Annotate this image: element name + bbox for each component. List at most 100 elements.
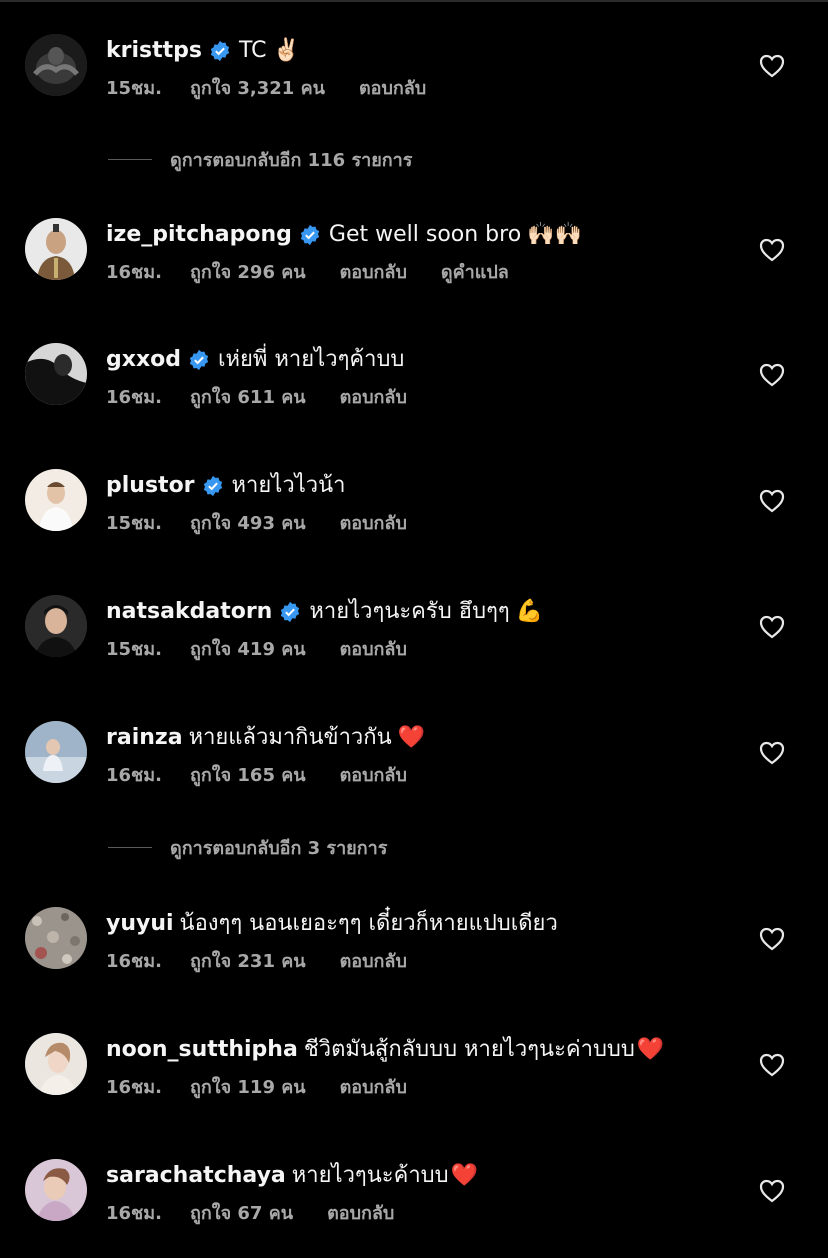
comment-item: yuyui น้องๆๆ นอนเยอะๆๆ เดี๋ยวก็หายแปบเดี…	[0, 907, 828, 997]
comment-item: kristtps TC ✌🏻 15ชม. ถูกใจ 3,321 คน ตอบก…	[0, 34, 828, 124]
likes-count[interactable]: ถูกใจ 296 คน	[190, 260, 306, 286]
comment-header: plustor หายไวไวน้า	[106, 471, 346, 501]
heart-icon[interactable]	[759, 238, 785, 262]
avatar[interactable]	[25, 34, 87, 96]
avatar[interactable]	[25, 469, 87, 531]
comment-text: TC	[239, 38, 267, 63]
verified-badge-icon	[203, 475, 222, 497]
heart-icon[interactable]	[759, 927, 785, 951]
translate-button[interactable]: ดูคำแปล	[441, 260, 509, 286]
likes-count[interactable]: ถูกใจ 419 คน	[190, 637, 306, 663]
comment-header: noon_sutthipha ชีวิตมันสู้กลับบบ หายไวๆน…	[106, 1035, 664, 1065]
comment-header: yuyui น้องๆๆ นอนเยอะๆๆ เดี๋ยวก็หายแปบเดี…	[106, 909, 558, 939]
verified-badge-icon	[210, 40, 230, 62]
username[interactable]: yuyui	[106, 909, 174, 939]
comment-time: 15ชม.	[106, 513, 162, 534]
avatar[interactable]	[25, 343, 87, 405]
comment-text: ชีวิตมันสู้กลับบบ หายไวๆนะค่าบบบ	[303, 1037, 635, 1062]
heart-icon[interactable]	[759, 489, 785, 513]
comment-time: 16ชม.	[106, 765, 162, 786]
avatar[interactable]	[25, 595, 87, 657]
reply-button[interactable]: ตอบกลับ	[327, 1201, 394, 1227]
verified-badge-icon	[281, 601, 300, 623]
avatar[interactable]	[25, 907, 87, 969]
username[interactable]: sarachatchaya	[106, 1161, 286, 1191]
view-more-label: ดูการตอบกลับอีก 3 รายการ	[170, 837, 388, 859]
comment-time: 16ชม.	[106, 951, 162, 972]
comment-time: 16ชม.	[106, 387, 162, 408]
avatar[interactable]	[25, 1033, 87, 1095]
heart-icon[interactable]	[759, 363, 785, 387]
view-more-replies[interactable]: ดูการตอบกลับอีก 116 รายการ	[108, 146, 412, 172]
comment-item: natsakdatorn หายไวๆนะครับ ฮึบๆๆ 💪 15ชม. …	[0, 595, 828, 685]
top-divider	[0, 0, 828, 6]
likes-count[interactable]: ถูกใจ 67 คน	[190, 1201, 293, 1227]
heart-icon[interactable]	[759, 1053, 785, 1077]
comment-meta: 15ชม. ถูกใจ 3,321 คน ตอบกลับ	[106, 76, 460, 102]
comment-meta: 16ชม. ถูกใจ 67 คน ตอบกลับ	[106, 1201, 428, 1227]
comment-meta: 16ชม. ถูกใจ 165 คน ตอบกลับ	[106, 763, 441, 789]
likes-count[interactable]: ถูกใจ 3,321 คน	[190, 76, 325, 102]
comment-header: sarachatchaya หายไวๆนะค้าบบ ❤️	[106, 1161, 478, 1191]
likes-count[interactable]: ถูกใจ 165 คน	[190, 763, 306, 789]
comment-item: noon_sutthipha ชีวิตมันสู้กลับบบ หายไวๆน…	[0, 1033, 828, 1123]
username[interactable]: noon_sutthipha	[106, 1035, 298, 1065]
verified-badge-icon	[300, 224, 320, 246]
likes-count[interactable]: ถูกใจ 119 คน	[190, 1075, 306, 1101]
comment-item: ize_pitchapong Get well soon bro 🙌🏻🙌🏻 16…	[0, 218, 828, 308]
username[interactable]: gxxod	[106, 345, 181, 375]
comment-text: หายแล้วมากินข้าวกัน	[188, 725, 392, 750]
comment-item: gxxod เห่ยพี่ หายไวๆค้าบบ 16ชม. ถูกใจ 61…	[0, 343, 828, 433]
reply-button[interactable]: ตอบกลับ	[340, 511, 407, 537]
heart-icon[interactable]	[759, 615, 785, 639]
comment-time: 16ชม.	[106, 1203, 162, 1224]
username[interactable]: plustor	[106, 471, 195, 501]
username[interactable]: natsakdatorn	[106, 597, 272, 627]
comment-header: rainza หายแล้วมากินข้าวกัน ❤️	[106, 723, 425, 753]
view-more-label: ดูการตอบกลับอีก 116 รายการ	[170, 149, 413, 171]
divider-dash	[108, 158, 152, 160]
heart-icon[interactable]	[759, 54, 785, 78]
reply-button[interactable]: ตอบกลับ	[340, 1075, 407, 1101]
avatar[interactable]	[25, 721, 87, 783]
avatar[interactable]	[25, 218, 87, 280]
reply-button[interactable]: ตอบกลับ	[340, 385, 407, 411]
comment-emoji: ❤️	[636, 1037, 665, 1062]
username[interactable]: ize_pitchapong	[106, 220, 292, 250]
comment-text: หายไวไวน้า	[231, 473, 346, 498]
reply-button[interactable]: ตอบกลับ	[359, 76, 426, 102]
comment-text: น้องๆๆ นอนเยอะๆๆ เดี๋ยวก็หายแปบเดียว	[179, 911, 558, 936]
reply-button[interactable]: ตอบกลับ	[340, 949, 407, 975]
comment-time: 15ชม.	[106, 639, 162, 660]
likes-count[interactable]: ถูกใจ 611 คน	[190, 385, 306, 411]
heart-icon[interactable]	[759, 741, 785, 765]
comment-meta: 16ชม. ถูกใจ 296 คน ตอบกลับ ดูคำแปล	[106, 260, 509, 286]
comment-emoji: ✌🏻	[272, 38, 300, 63]
comment-emoji: 🙌🏻🙌🏻	[527, 222, 582, 247]
comment-header: ize_pitchapong Get well soon bro 🙌🏻🙌🏻	[106, 220, 582, 250]
heart-icon[interactable]	[759, 1179, 785, 1203]
likes-count[interactable]: ถูกใจ 493 คน	[190, 511, 306, 537]
comment-item: rainza หายแล้วมากินข้าวกัน ❤️ 16ชม. ถูกใ…	[0, 721, 828, 811]
comment-text: หายไวๆนะค้าบบ	[291, 1163, 449, 1188]
likes-count[interactable]: ถูกใจ 231 คน	[190, 949, 306, 975]
comment-meta: 16ชม. ถูกใจ 611 คน ตอบกลับ	[106, 385, 441, 411]
avatar[interactable]	[25, 1159, 87, 1221]
reply-button[interactable]: ตอบกลับ	[340, 637, 407, 663]
comment-text: เห่ยพี่ หายไวๆค้าบบ	[218, 347, 405, 372]
username[interactable]: kristtps	[106, 36, 202, 66]
reply-button[interactable]: ตอบกลับ	[340, 260, 407, 286]
verified-badge-icon	[189, 349, 209, 371]
comment-text: Get well soon bro	[328, 222, 522, 247]
view-more-replies[interactable]: ดูการตอบกลับอีก 3 รายการ	[108, 834, 387, 860]
divider-dash	[108, 846, 152, 848]
comment-header: kristtps TC ✌🏻	[106, 36, 300, 66]
comment-item: sarachatchaya หายไวๆนะค้าบบ ❤️ 16ชม. ถูก…	[0, 1159, 828, 1249]
comment-time: 16ชม.	[106, 1077, 162, 1098]
reply-button[interactable]: ตอบกลับ	[340, 763, 407, 789]
comment-header: gxxod เห่ยพี่ หายไวๆค้าบบ	[106, 345, 404, 375]
comment-emoji: ❤️	[397, 725, 426, 750]
comment-meta: 15ชม. ถูกใจ 493 คน ตอบกลับ	[106, 511, 441, 537]
username[interactable]: rainza	[106, 723, 183, 753]
comment-time: 16ชม.	[106, 262, 162, 283]
